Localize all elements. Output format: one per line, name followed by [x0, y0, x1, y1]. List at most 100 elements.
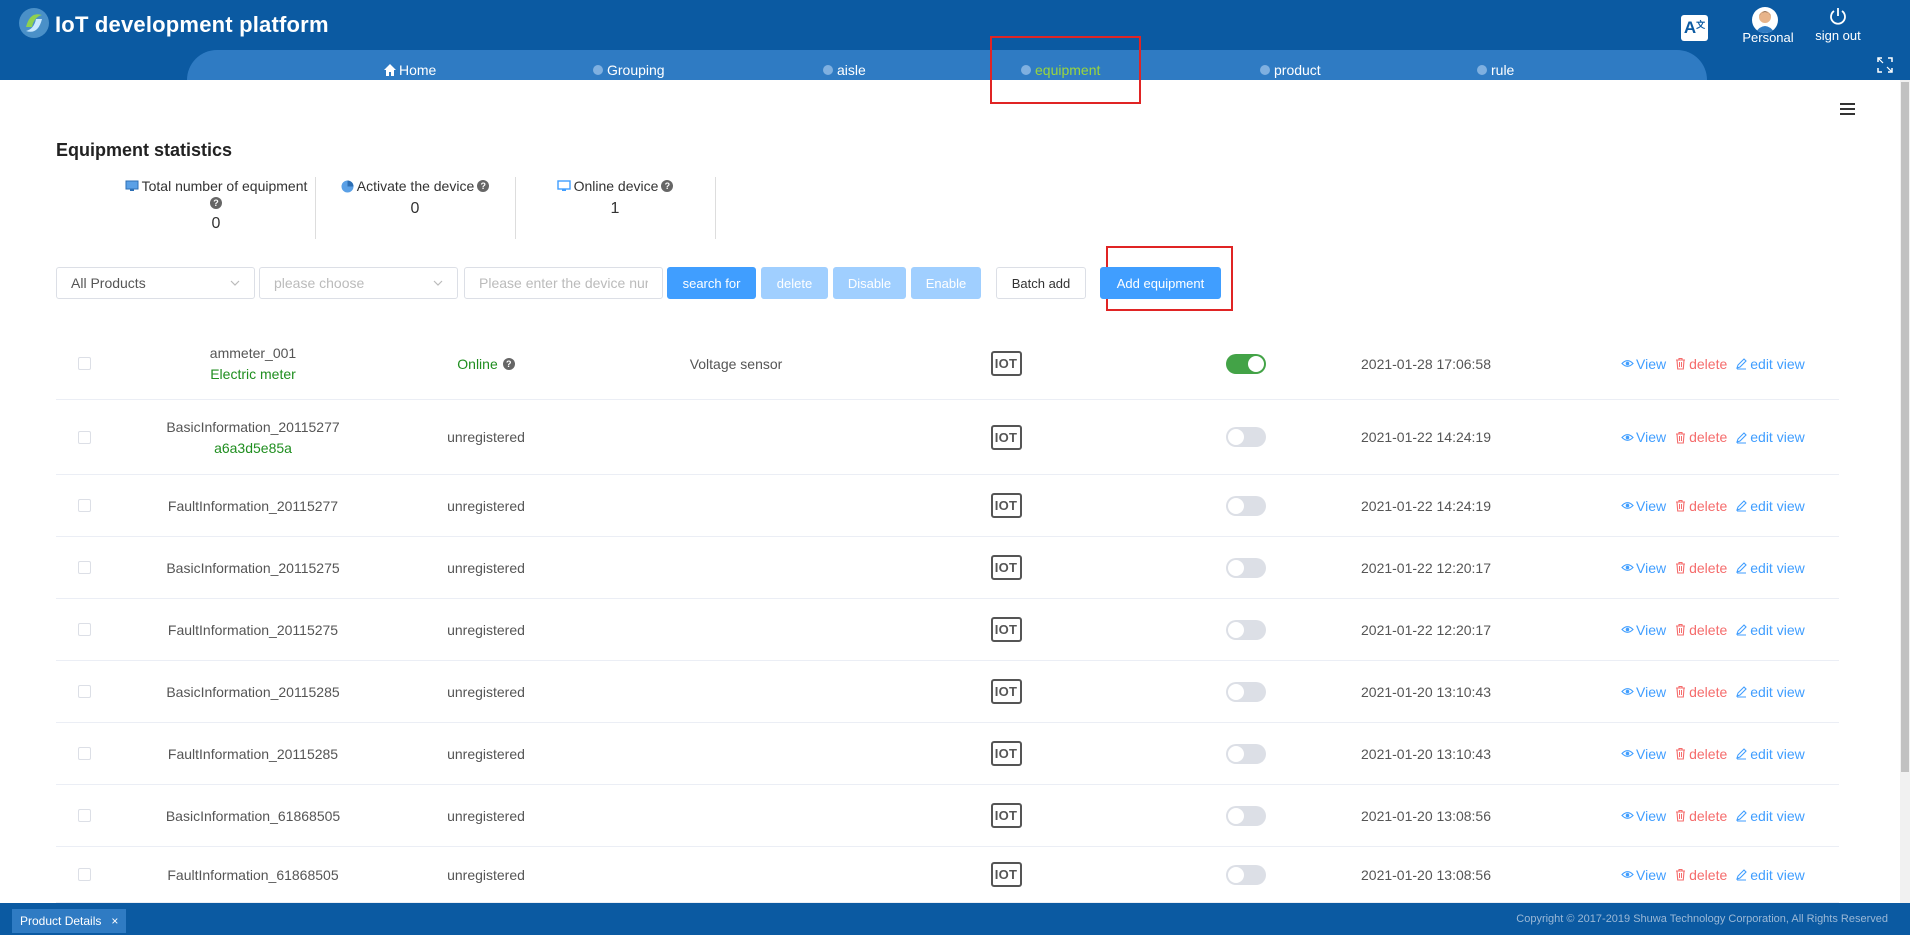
nav-aisle[interactable]: aisle	[821, 62, 866, 78]
table-row: BasicInformation_20115277 a6a3d5e85a unreg…	[56, 400, 1839, 475]
monitor-icon	[125, 180, 139, 191]
delete-row-button[interactable]: delete	[1674, 429, 1727, 445]
search-button[interactable]: search for	[667, 267, 756, 299]
edit-label: edit view	[1750, 355, 1805, 372]
row-checkbox[interactable]	[77, 357, 91, 370]
delete-row-button[interactable]: delete	[1674, 746, 1727, 762]
device-timestamp: 2021-01-20 13:08:56	[1361, 866, 1491, 883]
table-row: BasicInformation_61868505 unregistered IOT…	[56, 785, 1839, 847]
row-checkbox[interactable]	[77, 868, 91, 881]
view-button[interactable]: View	[1621, 429, 1666, 445]
delete-row-button[interactable]: delete	[1674, 867, 1727, 883]
device-search-input[interactable]	[464, 267, 663, 299]
iot-icon: IOT	[990, 741, 1022, 766]
device-name[interactable]: BasicInformation_20115277	[166, 419, 339, 435]
table-row: FaultInformation_61868505 unregistered IOT…	[56, 847, 1839, 903]
nav-home[interactable]: Home	[383, 62, 436, 78]
enable-toggle[interactable]	[1226, 864, 1266, 885]
row-checkbox[interactable]	[77, 499, 91, 512]
edit-view-button[interactable]: edit view	[1735, 429, 1805, 445]
enable-toggle[interactable]	[1226, 805, 1266, 826]
device-name[interactable]: FaultInformation_20115277	[168, 498, 338, 514]
device-name[interactable]: FaultInformation_20115275	[168, 622, 338, 638]
enable-toggle[interactable]	[1226, 557, 1266, 578]
device-timestamp: 2021-01-22 14:24:19	[1361, 429, 1491, 445]
edit-icon	[1736, 562, 1748, 574]
stat-online: Online device ? 1	[525, 178, 705, 240]
view-button[interactable]: View	[1621, 356, 1666, 372]
view-label: View	[1636, 621, 1667, 638]
delete-row-button[interactable]: delete	[1674, 622, 1727, 638]
nav-grouping[interactable]: Grouping	[591, 62, 665, 78]
device-name[interactable]: FaultInformation_61868505	[167, 867, 338, 883]
nav-product[interactable]: product	[1258, 62, 1321, 78]
personal-label[interactable]: Personal	[1740, 30, 1796, 45]
view-button[interactable]: View	[1621, 498, 1666, 514]
edit-view-button[interactable]: edit view	[1735, 355, 1805, 372]
enable-toggle[interactable]	[1226, 353, 1266, 374]
edit-view-button[interactable]: edit view	[1735, 684, 1805, 700]
delete-row-button[interactable]: delete	[1674, 684, 1727, 700]
signout-label[interactable]: sign out	[1810, 28, 1866, 43]
nav-rule[interactable]: rule	[1475, 62, 1514, 78]
enable-toggle[interactable]	[1226, 681, 1266, 702]
row-checkbox[interactable]	[77, 747, 91, 760]
help-icon[interactable]: ?	[210, 197, 222, 209]
edit-view-button[interactable]: edit view	[1735, 867, 1805, 883]
delete-row-button[interactable]: delete	[1674, 356, 1727, 372]
delete-row-button[interactable]: delete	[1674, 498, 1727, 514]
help-icon[interactable]: ?	[502, 357, 515, 370]
row-checkbox[interactable]	[77, 430, 91, 444]
edit-view-button[interactable]: edit view	[1735, 560, 1805, 576]
edit-view-button[interactable]: edit view	[1735, 746, 1805, 762]
stat-divider	[715, 177, 716, 239]
device-name[interactable]: BasicInformation_20115275	[166, 560, 339, 576]
enable-toggle[interactable]	[1226, 427, 1266, 447]
batch-add-button[interactable]: Batch add	[996, 267, 1086, 299]
scrollbar[interactable]	[1900, 80, 1910, 903]
view-button[interactable]: View	[1621, 808, 1666, 824]
row-checkbox[interactable]	[77, 809, 91, 822]
enable-button[interactable]: Enable	[911, 267, 981, 299]
enable-toggle[interactable]	[1226, 495, 1266, 516]
power-icon[interactable]	[1828, 6, 1848, 26]
scrollbar-thumb[interactable]	[1901, 82, 1909, 772]
view-button[interactable]: View	[1621, 622, 1666, 638]
help-icon[interactable]: ?	[661, 180, 674, 192]
delete-row-button[interactable]: delete	[1674, 808, 1727, 824]
iot-icon: IOT	[990, 679, 1022, 704]
add-equipment-button[interactable]: Add equipment	[1100, 267, 1221, 299]
view-button[interactable]: View	[1621, 684, 1666, 700]
fullscreen-icon[interactable]	[1877, 57, 1893, 73]
choose-select[interactable]: please choose	[259, 267, 458, 299]
edit-view-button[interactable]: edit view	[1735, 498, 1805, 514]
tab-product-details[interactable]: Product Details ×	[12, 909, 127, 933]
menu-icon[interactable]	[1840, 102, 1857, 117]
device-name[interactable]: BasicInformation_61868505	[166, 808, 340, 824]
row-checkbox[interactable]	[77, 561, 91, 574]
device-name[interactable]: FaultInformation_20115285	[168, 746, 338, 762]
close-icon[interactable]: ×	[111, 914, 118, 928]
delete-row-button[interactable]: delete	[1674, 560, 1727, 576]
view-button[interactable]: View	[1621, 746, 1666, 762]
product-select[interactable]: All Products	[56, 267, 255, 299]
view-label: View	[1636, 355, 1667, 372]
row-checkbox[interactable]	[77, 623, 91, 636]
device-name[interactable]: ammeter_001	[210, 345, 296, 361]
help-icon[interactable]: ?	[477, 180, 490, 192]
device-name[interactable]: BasicInformation_20115285	[166, 684, 339, 700]
view-button[interactable]: View	[1621, 867, 1666, 883]
edit-view-button[interactable]: edit view	[1735, 622, 1805, 638]
row-checkbox[interactable]	[77, 685, 91, 698]
translate-icon[interactable]: A文	[1681, 15, 1708, 41]
delete-button[interactable]: delete	[761, 267, 828, 299]
enable-toggle[interactable]	[1226, 619, 1266, 640]
enable-toggle[interactable]	[1226, 743, 1266, 764]
stat-online-value: 1	[610, 200, 620, 217]
view-button[interactable]: View	[1621, 560, 1666, 576]
edit-view-button[interactable]: edit view	[1735, 808, 1805, 824]
disable-button[interactable]: Disable	[833, 267, 906, 299]
device-timestamp: 2021-01-20 13:10:43	[1361, 683, 1491, 700]
stat-online-label: Online device	[573, 178, 659, 194]
delete-label: delete	[1689, 807, 1728, 824]
